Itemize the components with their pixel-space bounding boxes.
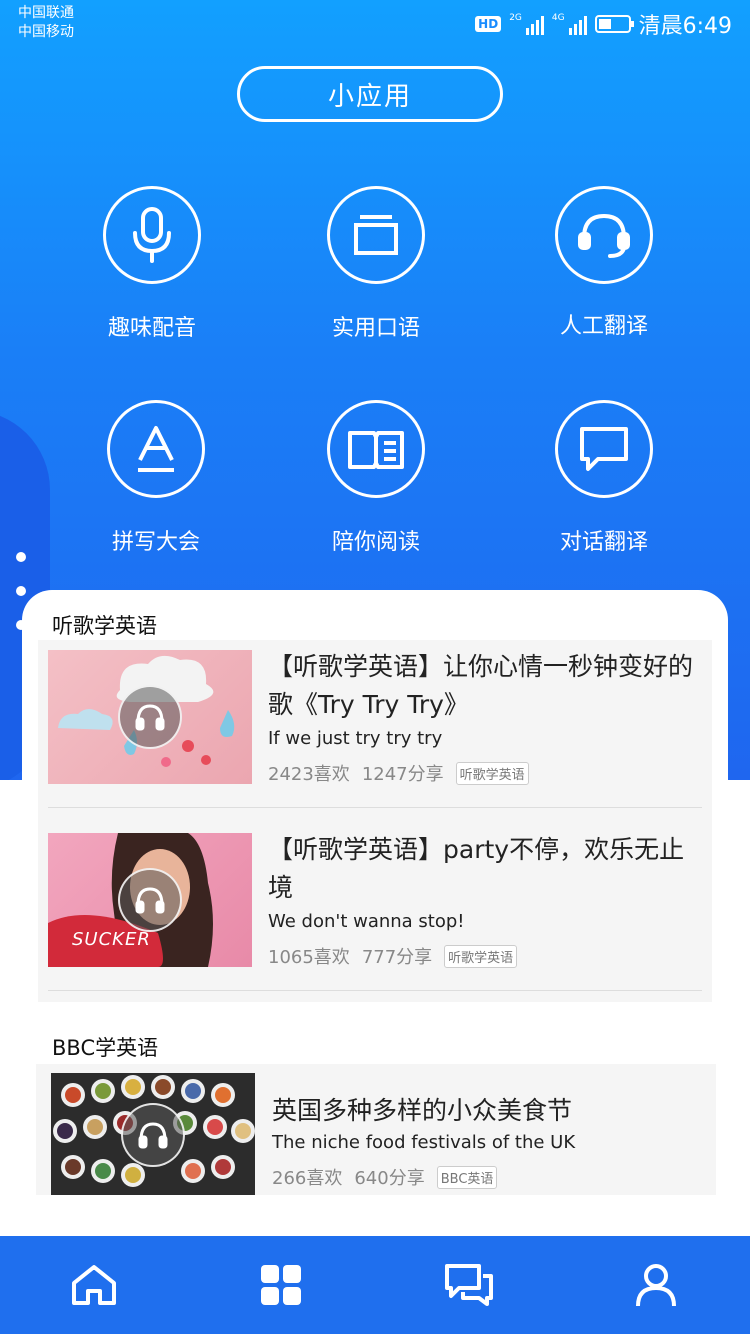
divider	[48, 990, 702, 991]
item-subtitle: We don't wanna stop!	[268, 911, 465, 932]
app-label: 人工翻译	[559, 314, 648, 339]
section-title-bbc: BBC学英语	[52, 1036, 159, 1060]
item-meta: 266喜欢 640分享 BBC英语	[272, 1164, 498, 1190]
hd-badge: HD	[475, 16, 502, 32]
likes-count: 1065喜欢	[268, 947, 350, 968]
likes-count: 266喜欢	[272, 1168, 343, 1189]
window-icon	[327, 186, 425, 284]
home-icon	[71, 1265, 116, 1305]
item-subtitle: If we just try try try	[268, 728, 443, 749]
list-item[interactable]: SUCKER 【听歌学英语】party不停，欢乐无止境 We don't wan…	[38, 823, 712, 991]
nav-home[interactable]	[0, 1236, 188, 1334]
item-title: 【听歌学英语】party不停，欢乐无止境	[268, 835, 685, 902]
song-list: 【听歌学英语】让你心情一秒钟变好的歌《Try Try Try》 If we ju…	[38, 640, 712, 1002]
chat-icon	[444, 1264, 493, 1306]
category-tag: BBC英语	[436, 1165, 498, 1189]
thumbnail-text: SUCKER	[72, 929, 151, 950]
likes-count: 2423喜欢	[268, 764, 350, 785]
status-bar: 中国联通 中国移动 HD 2G 4G 清晨6:49	[0, 0, 750, 50]
battery-icon	[594, 15, 634, 33]
signal-icon: 2G	[509, 13, 544, 35]
clock: 清晨6:49	[638, 14, 732, 39]
category-tag: 听歌学英语	[444, 944, 518, 968]
section-title-songs: 听歌学英语	[52, 614, 157, 638]
headphone-icon	[121, 1103, 185, 1167]
headphone-icon	[118, 868, 182, 932]
apps-grid-icon	[261, 1265, 302, 1305]
page-title[interactable]: 小应用	[237, 66, 503, 122]
app-reading-companion[interactable]: 陪你阅读	[276, 400, 476, 556]
microphone-icon	[103, 186, 201, 284]
app-spelling-bee[interactable]: 拼写大会	[56, 400, 256, 556]
nav-messages[interactable]	[375, 1236, 563, 1334]
app-label: 陪你阅读	[331, 530, 420, 555]
nav-profile[interactable]	[563, 1236, 750, 1334]
carrier-1: 中国联通	[18, 5, 74, 21]
carrier-2: 中国移动	[18, 24, 74, 40]
app-label: 对话翻译	[559, 530, 648, 555]
bbc-list: 英国多种多样的小众美食节 The niche food festivals of…	[36, 1064, 716, 1195]
shares-count: 777分享	[361, 947, 433, 968]
app-human-translation[interactable]: 人工翻译	[504, 186, 704, 340]
item-title: 【听歌学英语】让你心情一秒钟变好的歌《Try Try Try》	[268, 652, 694, 719]
app-fun-dubbing[interactable]: 趣味配音	[52, 186, 252, 342]
letter-a-icon	[107, 400, 205, 498]
category-tag: 听歌学英语	[455, 761, 529, 785]
book-icon	[327, 400, 425, 498]
headset-icon	[555, 186, 653, 284]
list-item[interactable]: 英国多种多样的小众美食节 The niche food festivals of…	[36, 1064, 716, 1195]
shares-count: 1247分享	[361, 764, 444, 785]
item-meta: 1065喜欢 777分享 听歌学英语	[268, 943, 518, 969]
app-dialogue-translation[interactable]: 对话翻译	[504, 400, 704, 556]
nav-apps[interactable]	[188, 1236, 376, 1334]
app-label: 拼写大会	[111, 530, 200, 555]
headphone-icon	[118, 685, 182, 749]
bottom-nav	[0, 1236, 750, 1334]
signal-icon: 4G	[552, 13, 587, 35]
app-label: 趣味配音	[107, 316, 196, 341]
profile-icon	[636, 1264, 677, 1307]
app-practical-speaking[interactable]: 实用口语	[276, 186, 476, 342]
thumbnail-image: SUCKER	[48, 833, 252, 967]
carrier-info: 中国联通 中国移动	[18, 4, 74, 42]
thumbnail-image	[48, 650, 252, 784]
chat-bubble-icon	[555, 400, 653, 498]
item-meta: 2423喜欢 1247分享 听歌学英语	[268, 760, 529, 786]
item-subtitle: The niche food festivals of the UK	[272, 1132, 576, 1153]
divider	[48, 807, 702, 808]
shares-count: 640分享	[354, 1168, 425, 1189]
thumbnail-image	[51, 1073, 255, 1195]
app-label: 实用口语	[331, 316, 420, 341]
item-title: 英国多种多样的小众美食节	[272, 1096, 573, 1125]
list-item[interactable]: 【听歌学英语】让你心情一秒钟变好的歌《Try Try Try》 If we ju…	[38, 640, 712, 808]
